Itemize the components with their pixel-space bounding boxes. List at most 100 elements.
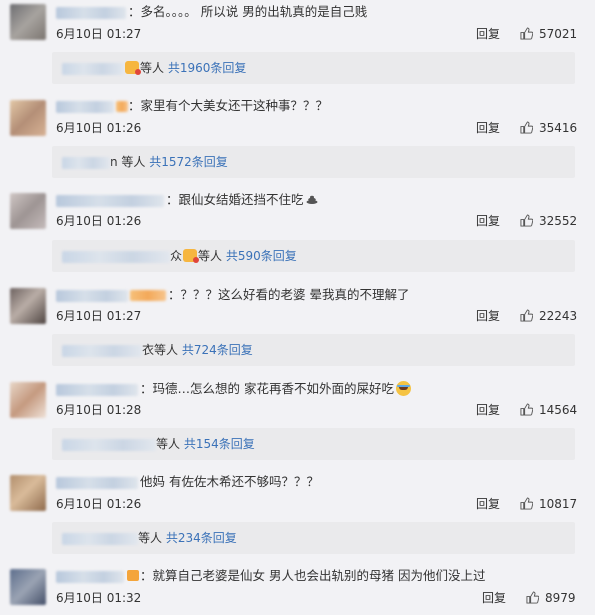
like-count: 22243 xyxy=(539,309,578,323)
comment-line: ：玛德…怎么想的 家花再香不如外面的屎好吃 xyxy=(56,380,411,398)
comment-time: 6月10日 01:28 xyxy=(56,403,142,417)
reply-button[interactable]: 回复 xyxy=(482,590,506,606)
vip-badge-icon xyxy=(130,290,166,301)
view-replies-link[interactable]: 共154条回复 xyxy=(184,437,255,451)
avatar[interactable] xyxy=(10,569,46,605)
avatar[interactable] xyxy=(10,288,46,324)
view-replies-link[interactable]: 共1960条回复 xyxy=(168,61,247,75)
sub-reply-box[interactable]: 等人 共154条回复 xyxy=(52,428,575,460)
thumbs-up-icon xyxy=(520,121,533,134)
sub-reply-box[interactable]: n 等人 共1572条回复 xyxy=(52,146,575,178)
vip-badge-icon xyxy=(125,61,141,75)
comment-line: ：跟仙女结婚还挡不住吃 xyxy=(56,191,318,209)
sub-reply-summary: 衣等人 共724条回复 xyxy=(62,341,253,359)
username-blurred[interactable] xyxy=(56,194,164,207)
comment-text: ：跟仙女结婚还挡不住吃 xyxy=(166,192,304,207)
thumbs-up-icon xyxy=(520,497,533,510)
view-replies-link[interactable]: 共590条回复 xyxy=(226,249,297,263)
like-count: 32552 xyxy=(539,214,578,228)
like-count: 35416 xyxy=(539,121,578,135)
like-button[interactable]: 10817 xyxy=(520,496,577,512)
avatar[interactable] xyxy=(10,382,46,418)
thumbs-up-icon xyxy=(520,403,533,416)
view-replies-link[interactable]: 共234条回复 xyxy=(166,531,237,545)
reply-button[interactable]: 回复 xyxy=(476,496,500,512)
username-blurred[interactable] xyxy=(62,532,138,545)
crying-emoji-icon xyxy=(395,381,411,396)
username-blurred[interactable] xyxy=(56,476,138,489)
vip-badge-icon xyxy=(116,101,128,112)
comment-text: 他妈 有佐佐木希还不够吗？？？ xyxy=(140,474,319,489)
like-button[interactable]: 35416 xyxy=(520,120,577,136)
username-blurred[interactable] xyxy=(62,62,124,75)
sub-reply-box[interactable]: 衣等人 共724条回复 xyxy=(52,334,575,366)
avatar[interactable] xyxy=(10,4,46,40)
sub-reply-suffix: 等人 xyxy=(140,61,165,75)
reply-button[interactable]: 回复 xyxy=(476,26,500,42)
sub-reply-suffix: 众 xyxy=(170,249,183,263)
like-count: 14564 xyxy=(539,403,578,417)
comment-line: ：家里有个大美女还干这种事？？？ xyxy=(56,97,328,115)
avatar[interactable] xyxy=(10,475,46,511)
sub-reply-suffix: 等人 xyxy=(138,531,163,545)
username-blurred[interactable] xyxy=(62,250,170,263)
like-button[interactable]: 57021 xyxy=(520,26,577,42)
sub-reply-summary: 众 等人 共590条回复 xyxy=(62,247,297,265)
username-blurred[interactable] xyxy=(56,289,128,302)
like-button[interactable]: 14564 xyxy=(520,402,577,418)
comment-text: ：？？？这么好看的老婆 晕我真的不理解了 xyxy=(168,287,410,302)
username-blurred[interactable] xyxy=(56,383,138,396)
reply-button[interactable]: 回复 xyxy=(476,402,500,418)
username-blurred[interactable] xyxy=(56,100,114,113)
comment-time: 6月10日 01:26 xyxy=(56,497,142,511)
sub-reply-summary: n 等人 共1572条回复 xyxy=(62,153,228,171)
sub-reply-suffix2: 等人 xyxy=(198,249,223,263)
sub-reply-box[interactable]: 众 等人 共590条回复 xyxy=(52,240,575,272)
sub-reply-suffix: 衣等人 xyxy=(142,343,179,357)
sub-reply-summary: 等人 共234条回复 xyxy=(62,529,237,547)
view-replies-link[interactable]: 共724条回复 xyxy=(182,343,253,357)
sub-reply-suffix: 等人 xyxy=(156,437,181,451)
comment-text: ：多名。。。。 所以说 男的出轨真的是自己贱 xyxy=(128,4,368,19)
sub-reply-summary: 等人 共154条回复 xyxy=(62,435,255,453)
thumbs-up-icon xyxy=(526,591,539,604)
reply-button[interactable]: 回复 xyxy=(476,308,500,324)
comment-text: ：就算自己老婆是仙女 男人也会出轨别的母猪 因为他们没上过 xyxy=(140,568,486,583)
thumbs-up-icon xyxy=(520,309,533,322)
comment-time: 6月10日 01:26 xyxy=(56,214,142,228)
comment-line: 他妈 有佐佐木希还不够吗？？？ xyxy=(56,473,319,491)
avatar[interactable] xyxy=(10,193,46,229)
comment-time: 6月10日 01:27 xyxy=(56,309,142,323)
vip-badge-icon xyxy=(127,570,139,581)
poop-emoji-icon xyxy=(306,195,318,204)
like-button[interactable]: 22243 xyxy=(520,308,577,324)
comment-time: 6月10日 01:32 xyxy=(56,591,142,605)
comment-line: ：？？？这么好看的老婆 晕我真的不理解了 xyxy=(56,286,409,304)
like-count: 57021 xyxy=(539,27,578,41)
comment-time: 6月10日 01:26 xyxy=(56,121,142,135)
comment-line: ：就算自己老婆是仙女 男人也会出轨别的母猪 因为他们没上过 xyxy=(56,567,485,585)
username-blurred[interactable] xyxy=(56,570,124,583)
like-count: 8979 xyxy=(545,591,576,605)
reply-button[interactable]: 回复 xyxy=(476,213,500,229)
like-count: 10817 xyxy=(539,497,578,511)
comment-text: ：家里有个大美女还干这种事？？？ xyxy=(128,98,329,113)
sub-reply-box[interactable]: 等人 共1960条回复 xyxy=(52,52,575,84)
thumbs-up-icon xyxy=(520,27,533,40)
username-blurred[interactable] xyxy=(62,156,110,169)
vip-badge-icon xyxy=(183,249,200,263)
thumbs-up-icon xyxy=(520,214,533,227)
comment-text: ：玛德…怎么想的 家花再香不如外面的屎好吃 xyxy=(140,381,394,396)
view-replies-link[interactable]: 共1572条回复 xyxy=(149,155,228,169)
sub-reply-box[interactable]: 等人 共234条回复 xyxy=(52,522,575,554)
username-blurred[interactable] xyxy=(62,344,142,357)
comment-line: ：多名。。。。 所以说 男的出轨真的是自己贱 xyxy=(56,3,367,21)
username-blurred[interactable] xyxy=(56,6,126,19)
like-button[interactable]: 8979 xyxy=(526,590,576,606)
comment-time: 6月10日 01:27 xyxy=(56,27,142,41)
reply-button[interactable]: 回复 xyxy=(476,120,500,136)
avatar[interactable] xyxy=(10,100,46,136)
sub-reply-suffix: n 等人 xyxy=(110,155,146,169)
like-button[interactable]: 32552 xyxy=(520,213,577,229)
username-blurred[interactable] xyxy=(62,438,156,451)
